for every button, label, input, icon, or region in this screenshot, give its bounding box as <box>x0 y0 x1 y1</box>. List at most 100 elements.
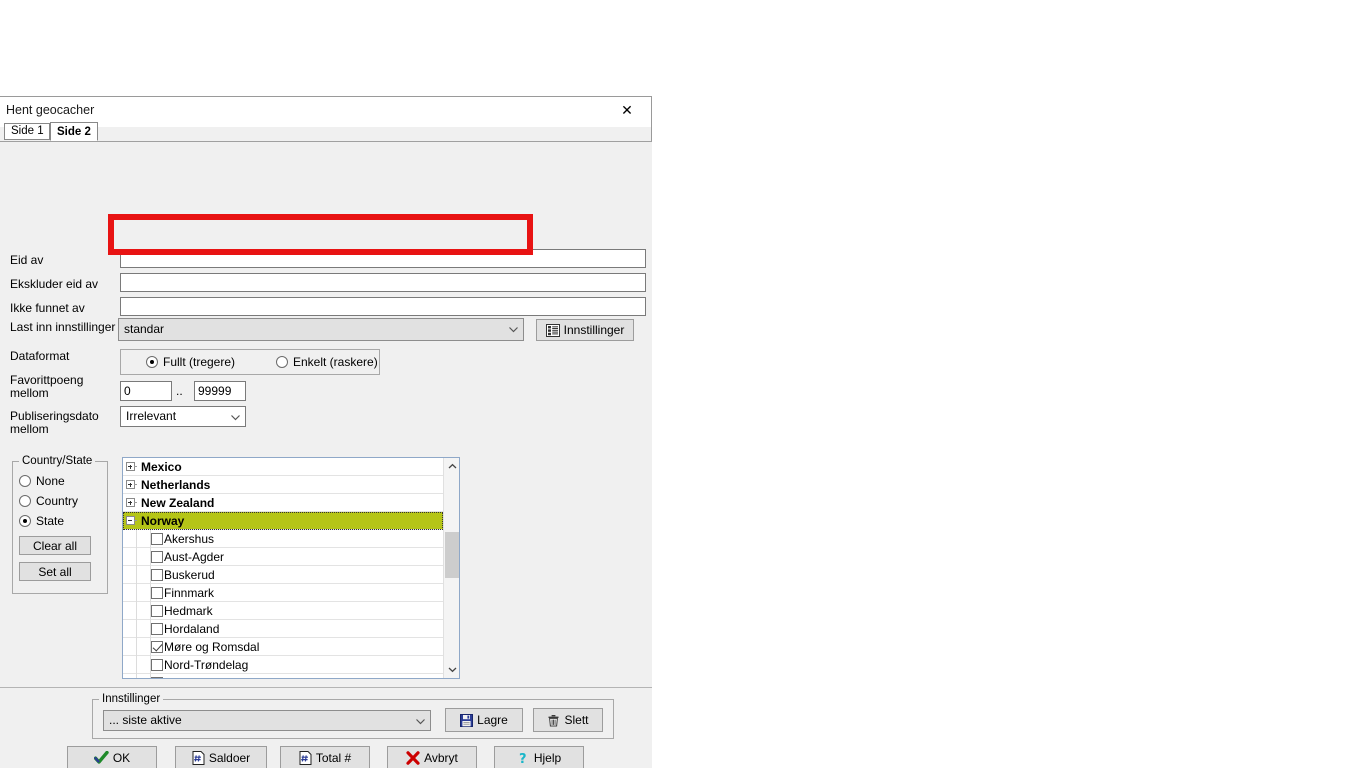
tab-side-1[interactable]: Side 1 <box>4 123 50 140</box>
expand-icon[interactable] <box>123 476 137 494</box>
tree-row[interactable] <box>123 673 443 678</box>
trash-icon <box>547 714 560 727</box>
expander-box <box>125 480 135 489</box>
tree-vertical-scrollbar[interactable] <box>443 458 459 678</box>
tree-gutter <box>123 655 137 674</box>
favorittpoeng-max-input[interactable] <box>194 381 246 401</box>
chevron-down-icon <box>415 716 425 725</box>
label-dataformat: Dataformat <box>10 349 70 363</box>
list-settings-icon <box>545 323 560 337</box>
tree-row[interactable]: Akershus <box>123 529 443 548</box>
tree-gutter <box>123 673 137 678</box>
settings-profile-combo[interactable]: ... siste aktive <box>103 710 431 731</box>
radio-fullt[interactable]: Fullt (tregere) <box>146 355 235 369</box>
tree-gutter <box>137 619 151 638</box>
lagre-button[interactable]: Lagre <box>445 708 523 732</box>
eid-av-input[interactable] <box>120 249 646 268</box>
total-button[interactable]: Total # <box>280 746 370 768</box>
expand-icon[interactable] <box>123 494 137 512</box>
saldoer-button-label: Saldoer <box>208 751 251 765</box>
radio-none-indicator <box>19 475 31 487</box>
favorittpoeng-min-input[interactable] <box>120 381 172 401</box>
tree-row-checkbox[interactable] <box>151 586 163 599</box>
radio-none[interactable]: None <box>19 474 65 488</box>
scroll-up-icon[interactable] <box>444 458 459 475</box>
tree-gutter <box>137 601 151 620</box>
close-icon[interactable]: ✕ <box>605 97 649 123</box>
country-state-tree[interactable]: Mexico Netherlands New Zealand Norway Akersh… <box>122 457 460 679</box>
red-x-icon <box>406 751 420 765</box>
tree-connector <box>134 465 137 467</box>
tree-row-checkbox[interactable] <box>151 640 163 653</box>
chevron-down-icon <box>508 324 518 333</box>
tree-gutter <box>123 583 137 602</box>
tree-row[interactable]: Finnmark <box>123 583 443 602</box>
dataformat-groupbox: Fullt (tregere) Enkelt (raskere) <box>120 349 380 375</box>
ok-button[interactable]: OK <box>67 746 157 768</box>
tree-row-label: Finnmark <box>164 585 215 600</box>
hash-document-icon <box>192 751 205 765</box>
tree-row[interactable]: New Zealand <box>123 494 443 512</box>
tree-row[interactable]: Netherlands <box>123 476 443 494</box>
load-settings-value: standar <box>124 322 165 336</box>
favorittpoeng-separator: .. <box>176 384 183 398</box>
tree-row-checkbox[interactable] <box>151 658 163 671</box>
tree-row-checkbox[interactable] <box>151 568 163 581</box>
saldoer-button[interactable]: Saldoer <box>175 746 267 768</box>
tree-row[interactable]: Norway <box>123 512 443 530</box>
tree-row[interactable]: Møre og Romsdal <box>123 637 443 656</box>
innstillinger-groupbox: Innstillinger ... siste aktive Lagre Sle… <box>92 693 614 739</box>
innstillinger-button[interactable]: Innstillinger <box>536 319 634 341</box>
dialog-footer: Innstillinger ... siste aktive Lagre Sle… <box>0 687 652 768</box>
hash-document-icon <box>299 751 312 765</box>
tree-gutter <box>137 583 151 602</box>
tree-row-label: Akershus <box>164 531 215 546</box>
expander-box <box>125 498 135 507</box>
tree-connector <box>134 501 137 503</box>
tree-row-label: Hordaland <box>164 621 220 636</box>
tree-row[interactable]: Mexico <box>123 458 443 476</box>
window-title: Hent geocacher <box>6 103 95 117</box>
tree-gutter <box>123 565 137 584</box>
tree-gutter <box>137 529 151 548</box>
tree-row[interactable]: Nord-Trøndelag <box>123 655 443 674</box>
radio-country-indicator <box>19 495 31 507</box>
tree-row-checkbox[interactable] <box>151 622 163 635</box>
tree-row-checkbox[interactable] <box>151 532 163 545</box>
radio-country[interactable]: Country <box>19 494 78 508</box>
tree-row[interactable]: Hedmark <box>123 601 443 620</box>
set-all-button[interactable]: Set all <box>19 562 91 581</box>
tree-row-checkbox[interactable] <box>151 676 163 678</box>
tree-connector <box>134 519 137 521</box>
scroll-down-icon[interactable] <box>444 661 459 678</box>
ikke-funnet-av-input[interactable] <box>120 297 646 316</box>
load-settings-combo[interactable]: standar <box>118 318 524 341</box>
radio-enkelt[interactable]: Enkelt (raskere) <box>276 355 378 369</box>
radio-state[interactable]: State <box>19 514 64 528</box>
hjelp-button[interactable]: ? Hjelp <box>494 746 584 768</box>
tab-side-2[interactable]: Side 2 <box>50 122 98 141</box>
tree-row[interactable]: Buskerud <box>123 565 443 584</box>
slett-button[interactable]: Slett <box>533 708 603 732</box>
publiseringsdato-combo[interactable]: Irrelevant <box>120 406 246 427</box>
innstillinger-legend: Innstillinger <box>99 693 164 705</box>
expand-icon[interactable] <box>123 458 137 476</box>
tree-connector <box>134 483 137 485</box>
tree-row[interactable]: Hordaland <box>123 619 443 638</box>
radio-fullt-label: Fullt (tregere) <box>163 355 236 369</box>
tree-row-checkbox[interactable] <box>151 604 163 617</box>
radio-state-label: State <box>36 514 65 528</box>
collapse-icon[interactable] <box>123 512 137 530</box>
avbryt-button[interactable]: Avbryt <box>387 746 477 768</box>
tree-row-label: Hedmark <box>164 603 213 618</box>
slett-button-label: Slett <box>564 713 589 727</box>
clear-all-button[interactable]: Clear all <box>19 536 91 555</box>
tree-gutter <box>123 619 137 638</box>
tree-row[interactable]: Aust-Agder <box>123 547 443 566</box>
tree-row-checkbox[interactable] <box>151 550 163 563</box>
scrollbar-thumb[interactable] <box>445 532 459 578</box>
floppy-disk-icon <box>460 713 474 727</box>
tree-row-label: Aust-Agder <box>164 549 225 564</box>
ekskluder-eid-av-input[interactable] <box>120 273 646 292</box>
tree-gutter <box>137 673 151 678</box>
